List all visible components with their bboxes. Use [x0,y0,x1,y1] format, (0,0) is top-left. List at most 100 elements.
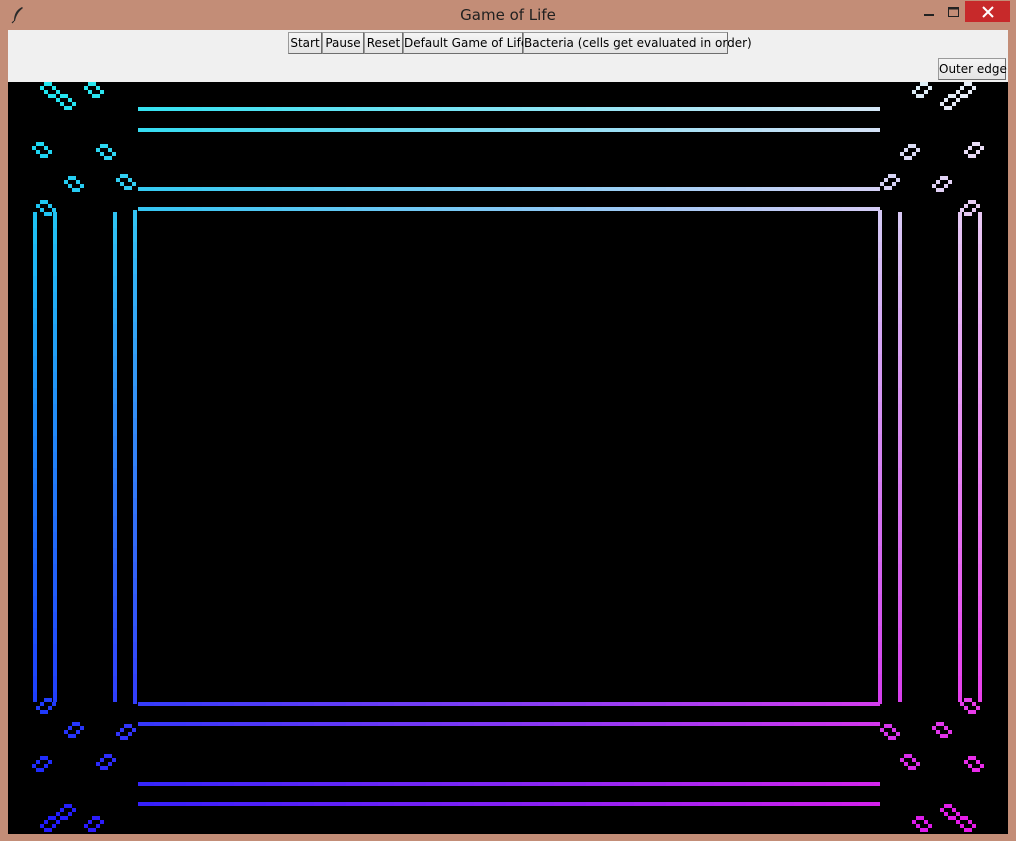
game-board[interactable] [8,82,1008,834]
live-cell [958,340,962,356]
start-button[interactable]: Start [288,32,322,54]
live-cell [44,820,48,824]
live-cell [570,722,586,726]
live-cell [730,802,746,806]
live-cell [266,802,282,806]
live-cell [898,660,902,676]
live-cell [124,174,128,178]
live-cell [314,702,330,706]
live-cell [506,802,522,806]
live-cell [186,702,202,706]
live-cell [33,228,37,244]
live-cell [570,782,586,786]
live-cell [128,178,132,182]
live-cell [898,292,902,308]
maximize-button[interactable] [942,1,964,22]
live-cell [878,402,882,418]
live-cell [186,187,202,191]
live-cell [666,107,682,111]
live-cell [972,200,976,204]
live-cell [282,207,298,211]
live-cell [108,148,112,152]
live-cell [40,208,44,212]
live-cell [133,258,137,274]
live-cell [916,148,920,152]
live-cell [40,824,44,828]
live-cell [880,728,884,732]
live-cell [104,144,108,148]
live-cell [878,226,882,242]
live-cell [426,722,442,726]
outer-edge-button[interactable]: Outer edge [938,58,1007,80]
live-cell [898,308,902,324]
live-cell [634,107,650,111]
live-cell [944,804,948,808]
live-cell [88,820,92,824]
live-cell [113,404,117,420]
reset-button[interactable]: Reset [364,32,403,54]
live-cell [858,802,874,806]
live-cell [314,187,330,191]
live-cell [968,200,972,204]
pause-button[interactable]: Pause [322,32,364,54]
live-cell [912,820,916,824]
live-cell [33,596,37,612]
live-cell [84,86,88,90]
live-cell [908,754,912,758]
live-cell [378,107,394,111]
live-cell [314,128,330,132]
live-cell [410,722,426,726]
live-cell [72,808,76,812]
live-cell [958,372,962,388]
live-cell [842,128,858,132]
live-cell [978,404,982,420]
live-cell [96,94,100,98]
live-cell [104,156,108,160]
default-game-of-life-button[interactable]: Default Game of Life [403,32,528,54]
live-cell [916,94,920,98]
live-cell [602,187,618,191]
live-cell [960,816,964,820]
live-cell [944,726,948,730]
live-cell [858,722,874,726]
live-cell [898,356,902,372]
live-cell [916,86,920,90]
live-cell [362,802,378,806]
live-cell [978,516,982,532]
live-cell [250,782,266,786]
live-cell [968,90,972,94]
live-cell [250,722,266,726]
live-cell [972,824,976,828]
live-cell [138,802,154,806]
minimize-button[interactable] [916,1,942,22]
live-cell [898,452,902,468]
live-cell [64,816,68,820]
live-cell [36,706,40,710]
live-cell [842,107,858,111]
live-cell [68,106,72,110]
live-cell [113,644,117,660]
live-cell [964,698,968,702]
close-button[interactable] [965,1,1010,22]
live-cell [858,782,874,786]
live-cell [714,187,730,191]
live-cell [298,702,314,706]
live-cell [314,207,330,211]
live-cell [490,128,506,132]
live-cell [96,762,100,766]
live-cell [53,372,57,388]
live-cell [586,128,602,132]
live-cell [968,756,972,760]
live-cell [554,207,570,211]
bacteria-mode-button[interactable]: Bacteria (cells get evaluated in order) [523,32,752,54]
live-cell [44,146,48,150]
cell-grid[interactable] [8,82,1008,834]
live-cell [666,782,682,786]
live-cell [898,468,902,484]
live-cell [33,308,37,324]
live-cell [682,187,698,191]
live-cell [133,386,137,402]
live-cell [874,187,880,191]
live-cell [202,128,218,132]
live-cell [33,532,37,548]
